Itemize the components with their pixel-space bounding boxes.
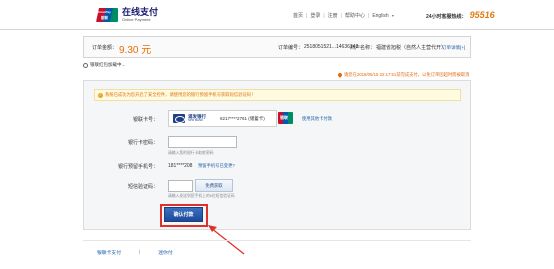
- bank-card-display: 浦发银行 SPD BANK 6217****2761 (储蓄卡): [168, 110, 277, 127]
- tab-mini-pay[interactable]: 迷你付: [158, 249, 172, 256]
- unionpay-badge-icon: 银联: [278, 112, 293, 124]
- location-pin-icon: [337, 72, 343, 78]
- logo-subtitle: Online Payment: [122, 17, 151, 22]
- nav-home-link[interactable]: 首页: [293, 12, 303, 19]
- phone-label: 银行预留手机号：: [117, 164, 158, 170]
- nav-separator: |: [340, 12, 342, 19]
- get-sms-code-button[interactable]: 免费获取: [195, 179, 233, 192]
- use-other-card-link[interactable]: 使用其他卡付款: [302, 116, 332, 122]
- card-number: 6217****2761 (储蓄卡): [220, 115, 265, 121]
- security-notice: ✓ 系统已成功为您开启了安全控件，请使用您的银行预留手机号获取短信验证码！: [94, 89, 461, 101]
- tab-unionpay-card[interactable]: 银联卡支付: [97, 249, 121, 256]
- nav-help-link[interactable]: 帮助中心: [345, 12, 365, 19]
- nav-separator: |: [368, 12, 370, 19]
- card-number-label: 银联卡号：: [132, 117, 158, 123]
- sms-code-label: 短信验证码：: [127, 184, 158, 190]
- language-label: English: [372, 12, 389, 19]
- redpacket-text: 银联红包加载中...: [90, 62, 126, 67]
- sms-code-input[interactable]: [168, 180, 193, 192]
- loading-icon: [83, 62, 88, 68]
- order-amount-label: 订单金额：: [92, 45, 118, 51]
- password-label: 银行卡密码：: [127, 140, 158, 146]
- order-number-label: 订单编号：: [278, 45, 304, 51]
- nav-register-link[interactable]: 注册: [328, 12, 338, 19]
- unionpay-logo[interactable]: UnionPay 银联 在线支付 Online Payment: [96, 8, 158, 22]
- phone-changed-link[interactable]: 预留手机号已变更?: [198, 163, 235, 169]
- chevron-down-icon: ▼: [391, 13, 395, 18]
- nav-login-link[interactable]: 登录: [310, 12, 320, 19]
- order-amount: 9.30 元: [119, 45, 152, 56]
- spd-bank-logo-icon: [173, 114, 185, 123]
- language-selector[interactable]: English ▼: [372, 13, 394, 19]
- top-nav: 首页 | 登录 | 注册 | 帮助中心 | English ▼: [293, 12, 395, 20]
- confirm-payment-button[interactable]: 确认付款: [164, 207, 203, 222]
- sms-hint: 请输入发送到您手机上的6位短信验证码: [168, 194, 235, 198]
- bank-name-en: SPD BANK: [188, 118, 204, 123]
- check-icon: ✓: [98, 92, 103, 98]
- deadline-text: 请您在2018/05/15 22:17:51前完成支付，以免订单因超时而被取消: [344, 72, 470, 77]
- merchant-name: 福建省旭税（自然人主营代开）: [376, 45, 447, 51]
- unionpay-card-icon: UnionPay 银联: [96, 8, 118, 22]
- phone-number: 181****208: [168, 163, 193, 169]
- order-detail-link[interactable]: 订单详情[+]: [442, 45, 465, 51]
- redpacket-status: 银联红包加载中...: [83, 62, 125, 68]
- merchant-label: 商户名称：: [350, 45, 376, 51]
- hotline-number: 95516: [469, 10, 495, 20]
- site-header: UnionPay 银联 在线支付 Online Payment 首页 | 登录 …: [0, 0, 554, 30]
- logo-title: 在线支付: [122, 7, 159, 17]
- payment-deadline: 请您在2018/05/15 22:17:51前完成支付，以免订单因超时而被取消: [337, 72, 470, 78]
- nav-separator: |: [306, 12, 308, 19]
- bottom-divider: [83, 240, 471, 241]
- password-hint: 请输入您的银行卡取款密码: [168, 151, 214, 155]
- payment-method-tabs: 银联卡支付 | 迷你付: [97, 249, 173, 256]
- hotline-label: 24小时客服热线：: [426, 14, 467, 20]
- tab-separator: |: [139, 250, 141, 255]
- card-password-input[interactable]: [168, 136, 237, 148]
- arrow-line: [210, 227, 245, 255]
- notice-text: 系统已成功为您开启了安全控件，请使用您的银行预留手机号获取短信验证码！: [105, 92, 256, 97]
- payment-panel: ✓ 系统已成功为您开启了安全控件，请使用您的银行预留手机号获取短信验证码！: [83, 80, 471, 230]
- hotline: 24小时客服热线： 95516: [426, 10, 495, 20]
- order-summary-bar: 订单金额： 9.30 元 订单编号： 2518051521...14636149…: [83, 36, 471, 58]
- nav-separator: |: [323, 12, 325, 19]
